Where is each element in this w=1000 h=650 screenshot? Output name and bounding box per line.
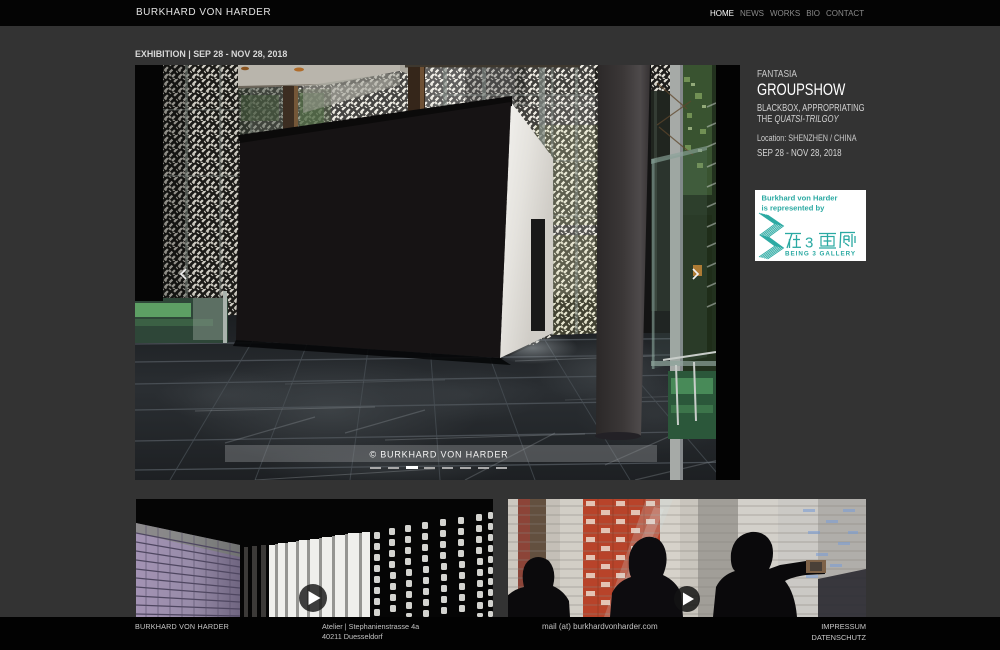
svg-text:3: 3 — [805, 235, 813, 252]
svg-text:BEING 3 GALLERY: BEING 3 GALLERY — [785, 251, 856, 258]
svg-text:is represented by: is represented by — [762, 204, 826, 213]
svg-text:Burkhard von Harder: Burkhard von Harder — [762, 194, 838, 203]
svg-text:© BURKHARD VON HARDER: © BURKHARD VON HARDER — [370, 450, 509, 460]
